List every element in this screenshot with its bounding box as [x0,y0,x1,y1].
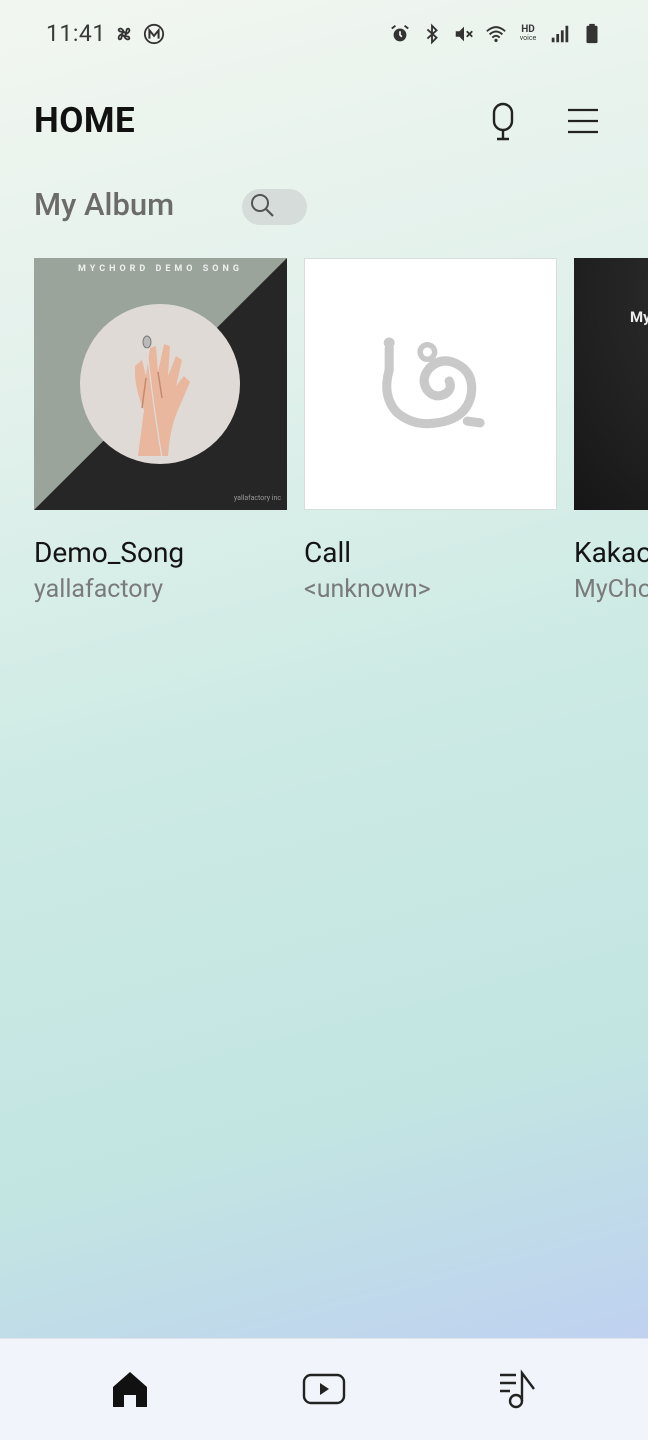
album-art-top-text: MYCHORD DEMO SONG [78,264,243,274]
app-header: HOME [0,88,648,152]
album-artist: <unknown> [304,575,431,604]
album-art[interactable]: My [574,258,648,510]
status-bar: 11:41 HD voice [0,0,648,68]
album-art[interactable]: MYCHORD DEMO SONG yallafactory inc [34,258,287,510]
bottom-navigation [0,1338,648,1440]
home-icon [110,1369,150,1413]
battery-icon [580,22,604,46]
hamburger-menu-icon[interactable] [566,106,600,136]
page-title: HOME [34,100,136,141]
album-art[interactable] [304,258,557,510]
album-title: Call [304,536,352,569]
nav-home-button[interactable] [106,1367,154,1415]
alarm-icon [388,22,412,46]
album-art-text: My [630,308,648,326]
mute-icon [452,22,476,46]
album-card-call[interactable]: Call <unknown> [304,258,557,604]
search-icon [248,191,276,223]
nav-playlist-button[interactable] [494,1367,542,1415]
m-badge-icon [142,22,166,46]
my-album-section-header: My Album [0,180,648,236]
wifi-icon [484,22,508,46]
nav-video-button[interactable] [300,1367,348,1415]
signal-icon [548,22,572,46]
album-art-credit: yallafactory inc [233,494,281,502]
music-list-icon [496,1367,540,1415]
microphone-icon[interactable] [486,102,520,142]
fan-icon [112,22,136,46]
video-play-icon [302,1372,346,1410]
status-time: 11:41 [46,20,106,47]
album-title: Kakao [574,536,648,569]
hd-voice-icon: HD voice [519,24,537,43]
album-card-demo-song[interactable]: MYCHORD DEMO SONG yallafactory inc Demo_… [34,258,287,604]
section-title: My Album [34,186,175,223]
album-carousel[interactable]: MYCHORD DEMO SONG yallafactory inc Demo_… [0,258,648,618]
bluetooth-icon [420,22,444,46]
album-artist: yallafactory [34,575,164,604]
album-search-button[interactable] [242,189,307,225]
album-title: Demo_Song [34,536,185,569]
snail-placeholder-icon [376,332,486,436]
album-card-kakao[interactable]: My Kakao MyChord [574,258,648,604]
album-artist: MyChord [574,575,648,604]
